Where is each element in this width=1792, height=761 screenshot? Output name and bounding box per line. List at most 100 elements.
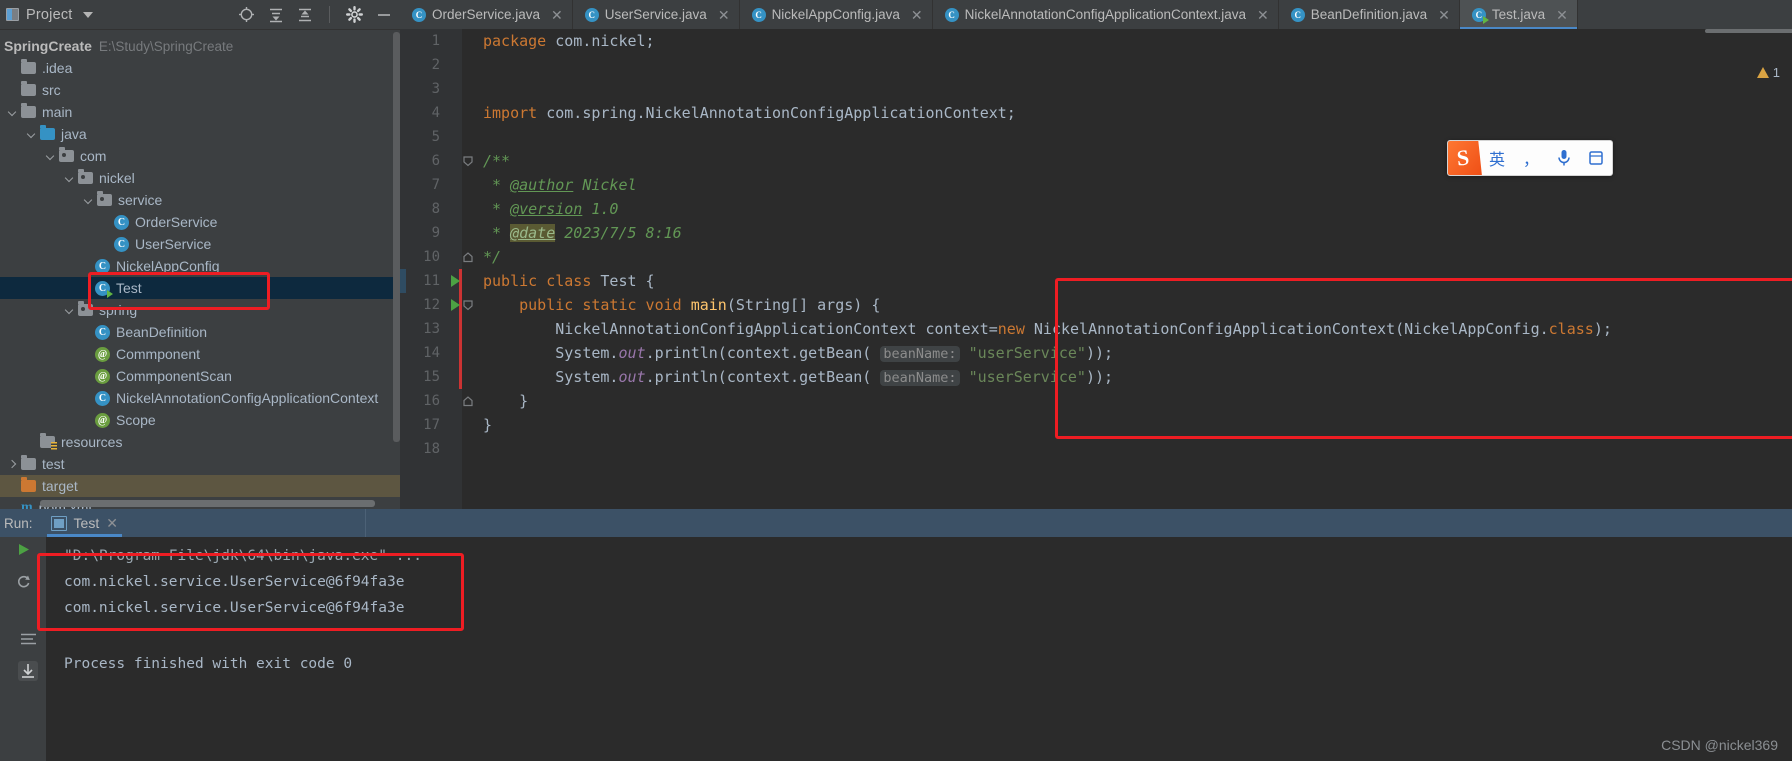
tree-item-label: main <box>42 104 73 120</box>
warning-triangle-icon <box>1756 67 1769 78</box>
editor-tab-nickelappconfig[interactable]: C NickelAppConfig.java ✕ <box>740 0 933 29</box>
close-icon[interactable]: ✕ <box>551 8 563 22</box>
rerun-failed-icon[interactable] <box>16 574 31 589</box>
class-runnable-icon: C <box>95 280 113 298</box>
ime-punctuation-button[interactable]: ， <box>1514 141 1548 175</box>
minimize-icon[interactable] <box>376 7 392 23</box>
console-output[interactable]: "D:\Program File\jdk\64\bin\java.exe" ..… <box>46 537 1792 761</box>
tree-item-label: Commponent <box>116 346 201 362</box>
console-spacer <box>54 621 1792 651</box>
code-text: System.out.println(context.getBean( bean… <box>473 368 1113 386</box>
chevron-collapsed-icon[interactable] <box>8 459 19 470</box>
close-icon[interactable]: ✕ <box>106 515 118 532</box>
tab-label: BeanDefinition.java <box>1310 7 1428 22</box>
rerun-icon[interactable] <box>16 542 31 557</box>
chevron-expanded-icon[interactable] <box>65 173 76 184</box>
fold-end-icon[interactable] <box>462 395 473 407</box>
editor-tab-userservice[interactable]: C UserService.java ✕ <box>573 0 740 29</box>
project-title-group[interactable]: Project <box>6 7 93 23</box>
toolbar-divider <box>329 6 330 23</box>
tree-item-commponentscan[interactable]: @ CommponentScan <box>0 365 400 387</box>
chevron-expanded-icon[interactable] <box>27 129 38 140</box>
tree-item-label: CommponentScan <box>116 368 232 384</box>
project-window-icon <box>6 8 19 21</box>
tree-item-main[interactable]: main <box>0 101 400 123</box>
code-end: )); <box>1085 368 1114 386</box>
tree-item-idea[interactable]: .idea <box>0 57 400 79</box>
project-tree[interactable]: SpringCreate E:\Study\SpringCreate .idea… <box>0 30 400 519</box>
chevron-expanded-icon[interactable] <box>8 107 19 118</box>
run-tab-label: Test <box>73 515 100 531</box>
code-keyword-new: new <box>997 320 1025 338</box>
folder-icon <box>21 59 36 74</box>
export-icon[interactable] <box>16 659 40 683</box>
intellij-idea-window: Project SpringCreate E:\Study\SpringCrea… <box>0 0 1792 761</box>
fold-start-icon[interactable] <box>462 155 473 167</box>
tree-item-nickelannotationconfigapplicationcontext[interactable]: C NickelAnnotationConfigApplicationConte… <box>0 387 400 409</box>
ime-mode-button[interactable]: 英 <box>1480 141 1514 175</box>
gear-icon[interactable] <box>346 6 363 23</box>
tree-item-commponent[interactable]: @ Commponent <box>0 343 400 365</box>
warning-count: 1 <box>1772 65 1780 80</box>
soft-wrap-icon[interactable] <box>20 632 37 647</box>
class-icon: C <box>114 236 129 252</box>
chevron-expanded-icon[interactable] <box>65 305 76 316</box>
locate-icon[interactable] <box>238 6 255 23</box>
tree-item-test-folder[interactable]: test <box>0 453 400 475</box>
tree-item-java[interactable]: java <box>0 123 400 145</box>
tree-item-nickelappconfig[interactable]: C NickelAppConfig <box>0 255 400 277</box>
collapse-all-icon[interactable] <box>297 7 313 23</box>
close-icon[interactable]: ✕ <box>1556 8 1568 22</box>
mic-icon[interactable] <box>1548 141 1580 175</box>
expand-all-icon[interactable] <box>268 7 284 23</box>
tree-item-spring[interactable]: spring <box>0 299 400 321</box>
tree-item-com[interactable]: com <box>0 145 400 167</box>
line-number: 13 <box>423 321 440 337</box>
close-icon[interactable]: ✕ <box>1438 8 1450 22</box>
editor-scrollbar-fragment[interactable] <box>1705 29 1792 33</box>
class-icon: C <box>95 324 110 340</box>
tree-item-src[interactable]: src <box>0 79 400 101</box>
tree-item-orderservice[interactable]: C OrderService <box>0 211 400 233</box>
tree-item-label: UserService <box>135 236 212 252</box>
close-icon[interactable]: ✕ <box>911 8 923 22</box>
run-method-icon[interactable] <box>448 299 462 311</box>
close-icon[interactable]: ✕ <box>1257 8 1269 22</box>
javadoc-tag-highlighted: @date <box>510 224 556 242</box>
sogou-logo-icon[interactable]: S <box>1448 141 1482 175</box>
fold-end-icon[interactable] <box>462 251 473 263</box>
class-runnable-icon: C <box>1471 7 1489 24</box>
tree-item-label: src <box>42 82 61 98</box>
run-class-icon[interactable] <box>448 275 462 287</box>
editor-tab-beandefinition[interactable]: C BeanDefinition.java ✕ <box>1279 0 1460 29</box>
tree-item-userservice[interactable]: C UserService <box>0 233 400 255</box>
run-tab-test[interactable]: Test ✕ <box>41 509 128 537</box>
code-line-11: 11 public class Test { <box>400 269 1792 293</box>
editor-tab-test[interactable]: C Test.java ✕ <box>1459 0 1578 29</box>
run-toolbar <box>0 537 90 761</box>
editor-tab-orderservice[interactable]: C OrderService.java ✕ <box>400 0 573 29</box>
chevron-expanded-icon[interactable] <box>84 195 95 206</box>
tree-item-test[interactable]: C Test <box>0 277 400 299</box>
tree-item-nickel[interactable]: nickel <box>0 167 400 189</box>
tree-item-resources[interactable]: resources <box>0 431 400 453</box>
fold-start-icon[interactable] <box>462 299 473 311</box>
project-vertical-scrollbar[interactable] <box>393 32 400 442</box>
editor-tab-nickelannotationconfigapplicationcontext[interactable]: C NickelAnnotationConfigApplicationConte… <box>933 0 1279 29</box>
ime-widget[interactable]: S 英 ， <box>1447 140 1614 176</box>
chevron-down-icon[interactable] <box>82 11 93 18</box>
tree-item-beandefinition[interactable]: C BeanDefinition <box>0 321 400 343</box>
close-icon[interactable]: ✕ <box>718 8 730 22</box>
project-horizontal-scrollbar[interactable] <box>40 500 375 507</box>
ime-tools-button[interactable] <box>1580 141 1612 175</box>
warning-indicator[interactable]: 1 <box>1756 65 1780 80</box>
tree-item-scope[interactable]: @ Scope <box>0 409 400 431</box>
tree-arrow <box>8 63 19 74</box>
code-editor[interactable]: 1 package com.nickel; 2 3 4 import com.s… <box>400 29 1792 509</box>
tree-item-label: Test <box>116 280 142 296</box>
tree-item-target[interactable]: target <box>0 475 400 497</box>
chevron-expanded-icon[interactable] <box>46 151 57 162</box>
tree-root-row[interactable]: SpringCreate E:\Study\SpringCreate <box>0 35 400 57</box>
tree-item-service[interactable]: service <box>0 189 400 211</box>
line-number: 5 <box>431 129 440 145</box>
